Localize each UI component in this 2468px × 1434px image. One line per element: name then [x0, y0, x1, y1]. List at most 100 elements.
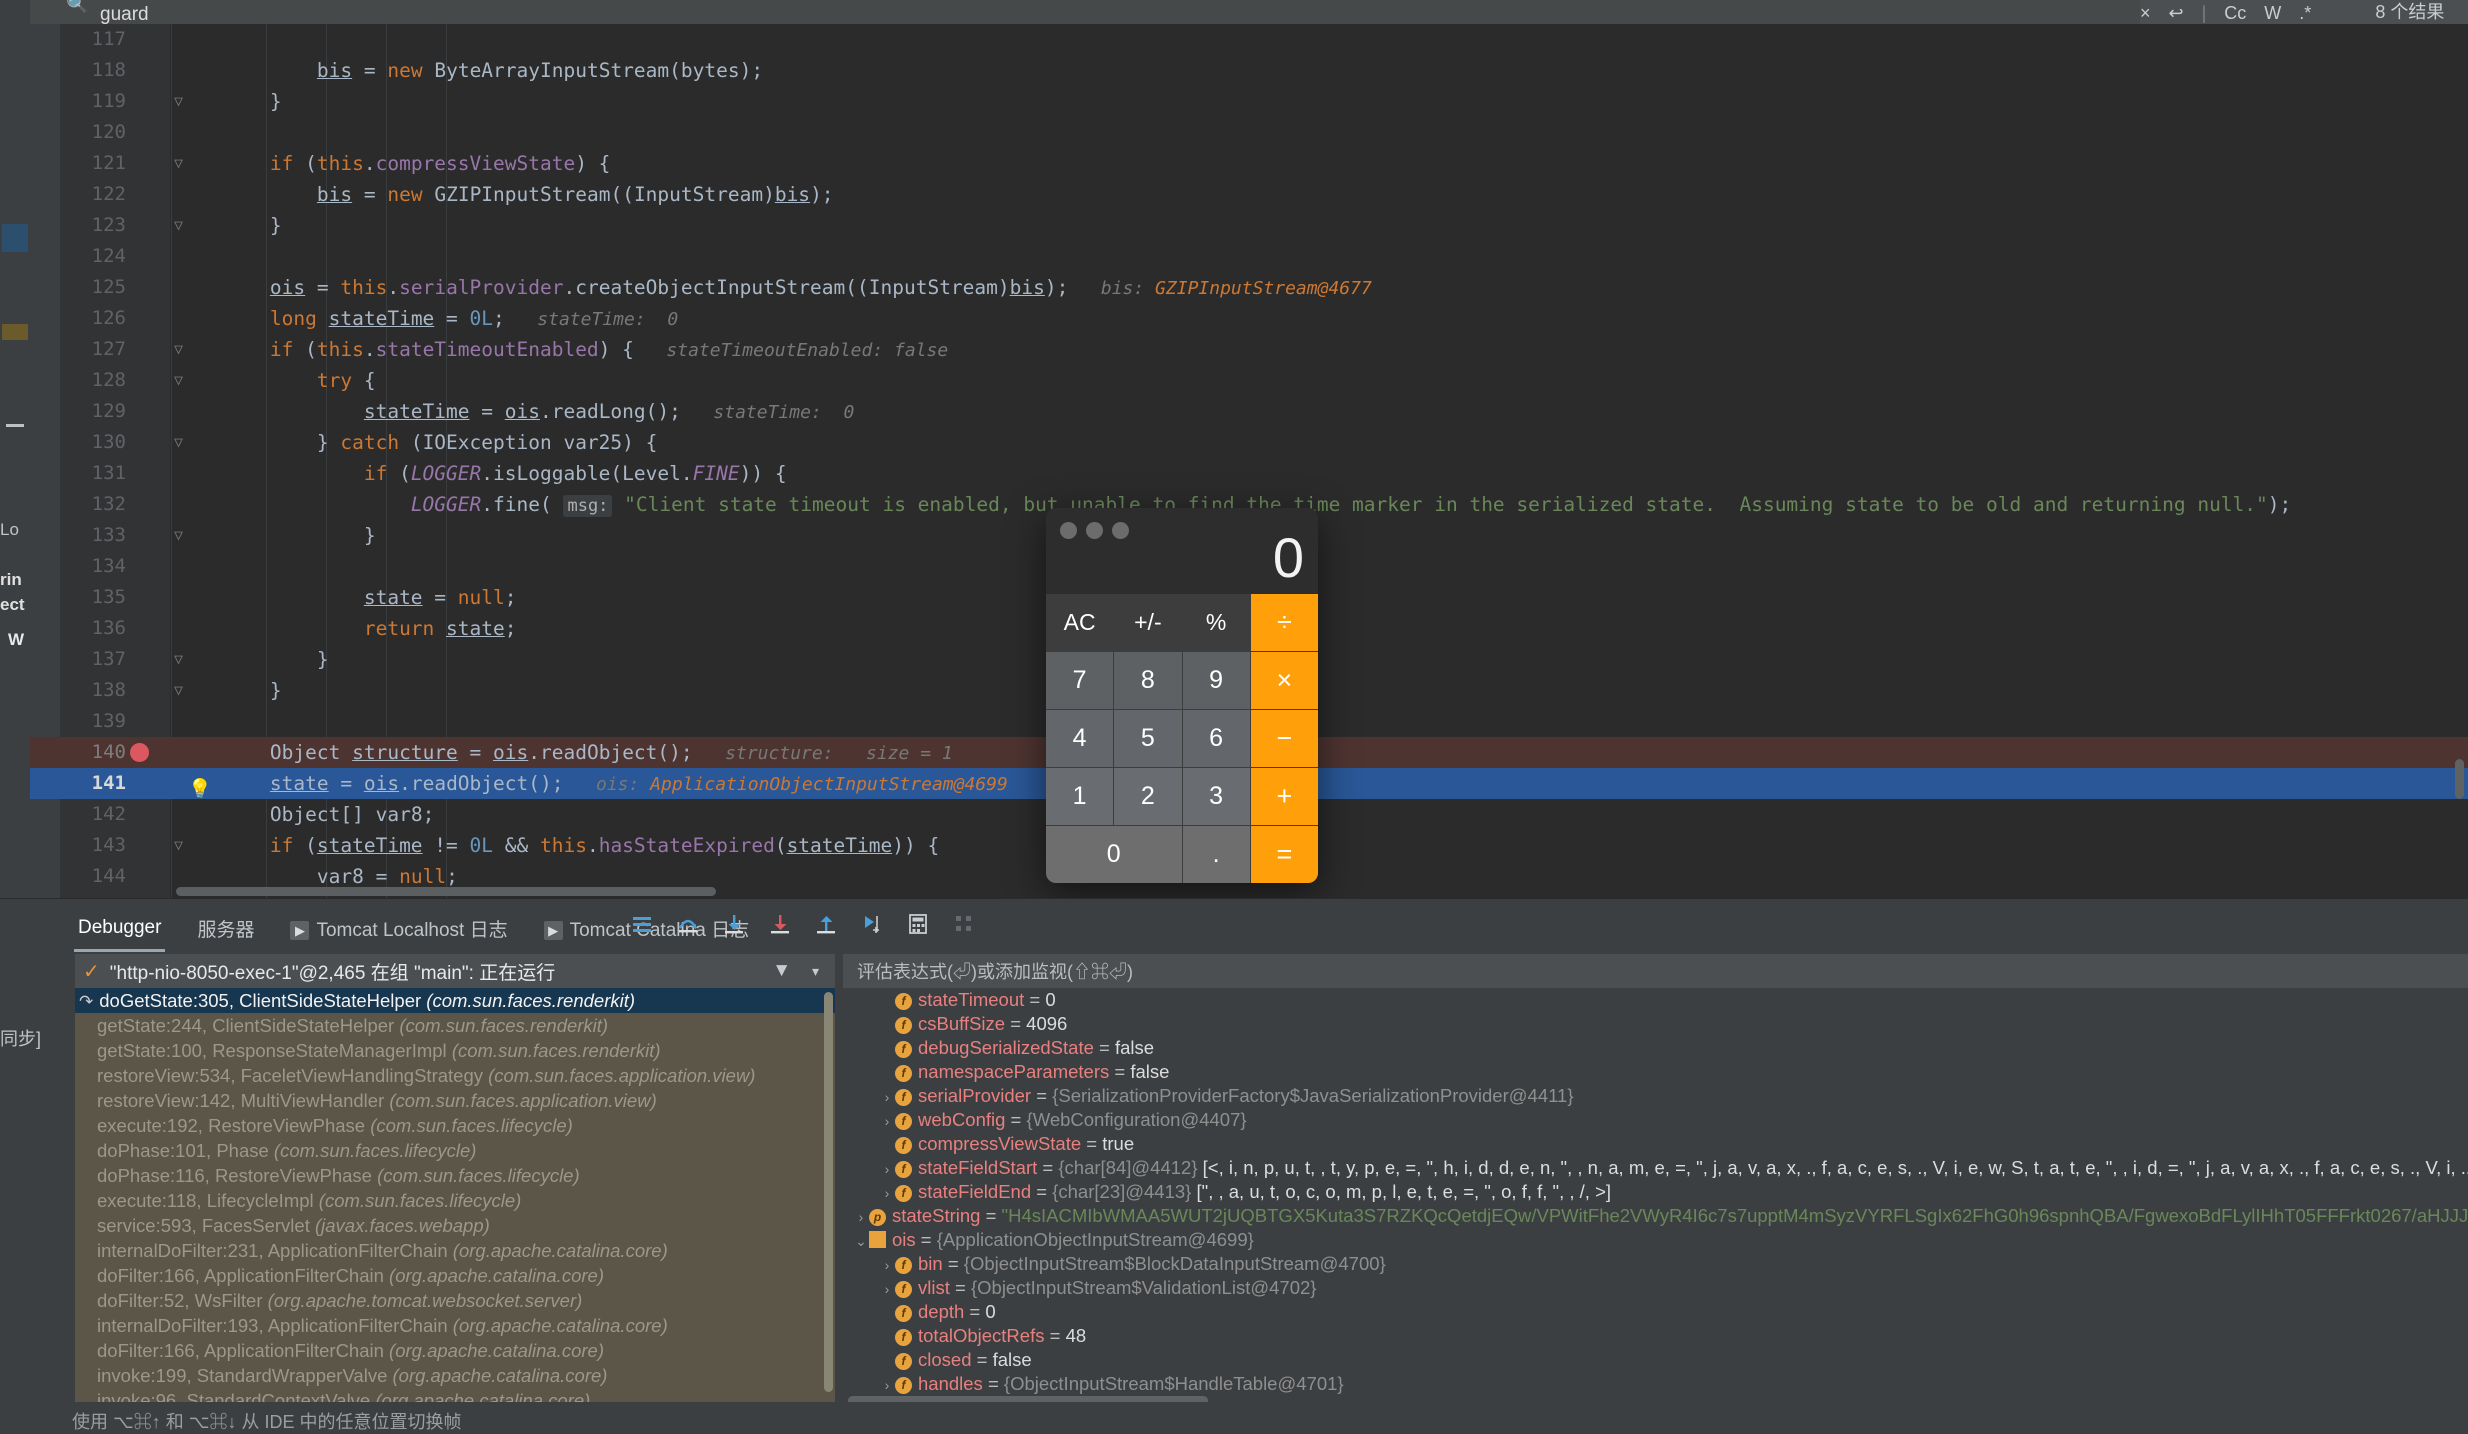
- calc-key-5[interactable]: 5: [1114, 710, 1182, 767]
- calc-key-7[interactable]: 7: [1046, 652, 1114, 709]
- thread-selector[interactable]: ✓ "http-nio-8050-exec-1"@2,465 在组 "main"…: [75, 954, 835, 988]
- frame-row[interactable]: service:593, FacesServlet (javax.faces.w…: [75, 1213, 835, 1238]
- calc-key-9[interactable]: 9: [1182, 652, 1250, 709]
- variables-tree[interactable]: f stateTimeout = 0 f csBuffSize = 4096 f debu…: [843, 988, 2468, 1408]
- step-over-icon[interactable]: [676, 912, 700, 936]
- frame-row[interactable]: doFilter:52, WsFilter (org.apache.tomcat…: [75, 1288, 835, 1313]
- left-stripe-label-5[interactable]: 同步]: [0, 1025, 41, 1051]
- calc-key-3[interactable]: 3: [1182, 768, 1250, 825]
- calc-key-1[interactable]: 1: [1046, 768, 1114, 825]
- frames-scrollbar[interactable]: [824, 992, 833, 1392]
- regex-toggle-icon[interactable]: ↩: [2169, 3, 2184, 24]
- search-input[interactable]: 🔍 guard: [30, 0, 2140, 24]
- evaluate-expression-field[interactable]: 评估表达式(⏎)或添加监视(⇧⌘⏎): [843, 954, 2468, 988]
- code-line[interactable]: 124: [30, 241, 2468, 272]
- code-line[interactable]: 121 ▽ if (this.compressViewState) {: [30, 148, 2468, 179]
- variable-row[interactable]: f csBuffSize = 4096: [843, 1012, 2468, 1036]
- variable-row[interactable]: › f stateFieldStart = {char[84]@4412} [<, …: [843, 1156, 2468, 1180]
- frame-row[interactable]: execute:118, LifecycleImpl (com.sun.face…: [75, 1188, 835, 1213]
- frame-row[interactable]: invoke:199, StandardWrapperValve (org.ap…: [75, 1363, 835, 1388]
- match-case-toggle[interactable]: Cc: [2224, 3, 2246, 24]
- variable-row[interactable]: f closed = false: [843, 1348, 2468, 1372]
- tree-toggle-icon[interactable]: ›: [879, 1277, 895, 1301]
- frame-row[interactable]: internalDoFilter:231, ApplicationFilterC…: [75, 1238, 835, 1263]
- variable-row[interactable]: f compressViewState = true: [843, 1132, 2468, 1156]
- editor-horizontal-scrollbar[interactable]: [176, 887, 716, 896]
- mute-breakpoints-icon[interactable]: [952, 912, 976, 936]
- calc-key-[interactable]: ÷: [1250, 594, 1318, 651]
- step-into-icon[interactable]: [722, 912, 746, 936]
- debugger-tab-tomcat-localhost-日志[interactable]: ▶ Tomcat Localhost 日志: [272, 915, 525, 942]
- calc-key-[interactable]: +/-: [1114, 594, 1182, 651]
- calculator-keypad[interactable]: AC +/-% ÷ 7 8 9 × 4 5 6− 1 2 3 +0. =: [1046, 594, 1318, 883]
- variable-row[interactable]: f depth = 0: [843, 1300, 2468, 1324]
- frame-row[interactable]: execute:192, RestoreViewPhase (com.sun.f…: [75, 1113, 835, 1138]
- debugger-toolbar[interactable]: [630, 912, 976, 936]
- left-stripe-label-1[interactable]: Lo: [0, 520, 19, 540]
- close-find-icon[interactable]: ×: [2140, 3, 2151, 24]
- left-stripe-label-4[interactable]: W: [8, 630, 24, 650]
- tree-toggle-icon[interactable]: ›: [879, 1373, 895, 1397]
- code-line[interactable]: 131 if (LOGGER.isLoggable(Level.FINE)) {: [30, 458, 2468, 489]
- variable-row[interactable]: › f vlist = {ObjectInputStream$ValidationL…: [843, 1276, 2468, 1300]
- left-stripe-label-2[interactable]: rin: [0, 570, 22, 590]
- tree-toggle-icon[interactable]: ›: [879, 1085, 895, 1109]
- debugger-tab-debugger[interactable]: Debugger: [60, 917, 179, 952]
- frame-row[interactable]: ↷ doGetState:305, ClientSideStateHelper (…: [75, 988, 835, 1013]
- variable-row[interactable]: ⌄ ois = {ApplicationObjectInputStream@469…: [843, 1228, 2468, 1252]
- run-to-cursor-icon[interactable]: [860, 912, 884, 936]
- code-line[interactable]: 122 bis = new GZIPInputStream((InputStre…: [30, 179, 2468, 210]
- code-line[interactable]: 127 ▽ if (this.stateTimeoutEnabled) { sta…: [30, 334, 2468, 365]
- variable-row[interactable]: › f handles = {ObjectInputStream$HandleTab…: [843, 1372, 2468, 1396]
- variable-row[interactable]: › f stateFieldEnd = {char[23]@4413} [", , …: [843, 1180, 2468, 1204]
- calculator-titlebar[interactable]: 0: [1046, 508, 1318, 594]
- calc-key-2[interactable]: 2: [1114, 768, 1182, 825]
- regex-toggle[interactable]: .*: [2299, 3, 2311, 24]
- step-out-icon[interactable]: [814, 912, 838, 936]
- variable-row[interactable]: f namespaceParameters = false: [843, 1060, 2468, 1084]
- editor-vertical-scrollbar[interactable]: [2455, 759, 2464, 799]
- evaluate-icon[interactable]: [906, 912, 930, 936]
- code-line[interactable]: 119 ▽ }: [30, 86, 2468, 117]
- code-line[interactable]: 117: [30, 24, 2468, 55]
- calc-key-[interactable]: ×: [1250, 652, 1318, 709]
- tree-toggle-icon[interactable]: ›: [879, 1181, 895, 1205]
- variable-row[interactable]: › p stateString = "H4sIACMIbWMAA5WUT2jUQBT…: [843, 1204, 2468, 1228]
- zoom-icon[interactable]: [1112, 522, 1129, 539]
- filter-icon[interactable]: ▼: [772, 960, 791, 982]
- variable-row[interactable]: f totalObjectRefs = 48: [843, 1324, 2468, 1348]
- calc-key-[interactable]: +: [1250, 768, 1318, 825]
- frame-row[interactable]: doPhase:101, Phase (com.sun.faces.lifecy…: [75, 1138, 835, 1163]
- calc-key-0[interactable]: 0: [1046, 826, 1182, 883]
- chevron-down-icon[interactable]: ▾: [812, 963, 819, 980]
- frame-row[interactable]: internalDoFilter:193, ApplicationFilterC…: [75, 1313, 835, 1338]
- minimize-icon[interactable]: [1086, 522, 1103, 539]
- close-icon[interactable]: [1060, 522, 1077, 539]
- frame-row[interactable]: restoreView:534, FaceletViewHandlingStra…: [75, 1063, 835, 1088]
- words-toggle[interactable]: W: [2264, 3, 2281, 24]
- variable-row[interactable]: f debugSerializedState = false: [843, 1036, 2468, 1060]
- variable-row[interactable]: › f webConfig = {WebConfiguration@4407}: [843, 1108, 2468, 1132]
- code-line[interactable]: 123 ▽ }: [30, 210, 2468, 241]
- calc-key-4[interactable]: 4: [1046, 710, 1114, 767]
- code-line[interactable]: 130 ▽ } catch (IOException var25) {: [30, 427, 2468, 458]
- frames-list[interactable]: ↷ doGetState:305, ClientSideStateHelper (…: [75, 988, 835, 1408]
- frame-row[interactable]: doFilter:166, ApplicationFilterChain (or…: [75, 1263, 835, 1288]
- calc-key-[interactable]: =: [1250, 826, 1318, 883]
- tree-toggle-icon[interactable]: ›: [879, 1253, 895, 1277]
- force-step-into-icon[interactable]: [768, 912, 792, 936]
- calc-key-AC[interactable]: AC: [1046, 594, 1114, 651]
- calc-key-[interactable]: %: [1182, 594, 1250, 651]
- frame-row[interactable]: restoreView:142, MultiViewHandler (com.s…: [75, 1088, 835, 1113]
- frame-row[interactable]: doPhase:116, RestoreViewPhase (com.sun.f…: [75, 1163, 835, 1188]
- code-line[interactable]: 120: [30, 117, 2468, 148]
- calc-key-[interactable]: .: [1182, 826, 1250, 883]
- tree-toggle-icon[interactable]: ›: [853, 1205, 869, 1229]
- calc-key-6[interactable]: 6: [1182, 710, 1250, 767]
- left-stripe-label-3[interactable]: ect: [0, 595, 25, 615]
- code-line[interactable]: 125 ois = this.serialProvider.createObje…: [30, 272, 2468, 303]
- frame-row[interactable]: getState:100, ResponseStateManagerImpl (…: [75, 1038, 835, 1063]
- debugger-tab-服务器[interactable]: 服务器: [179, 915, 272, 942]
- variable-row[interactable]: › f serialProvider = {SerializationProvide…: [843, 1084, 2468, 1108]
- layout-icon[interactable]: [630, 912, 654, 936]
